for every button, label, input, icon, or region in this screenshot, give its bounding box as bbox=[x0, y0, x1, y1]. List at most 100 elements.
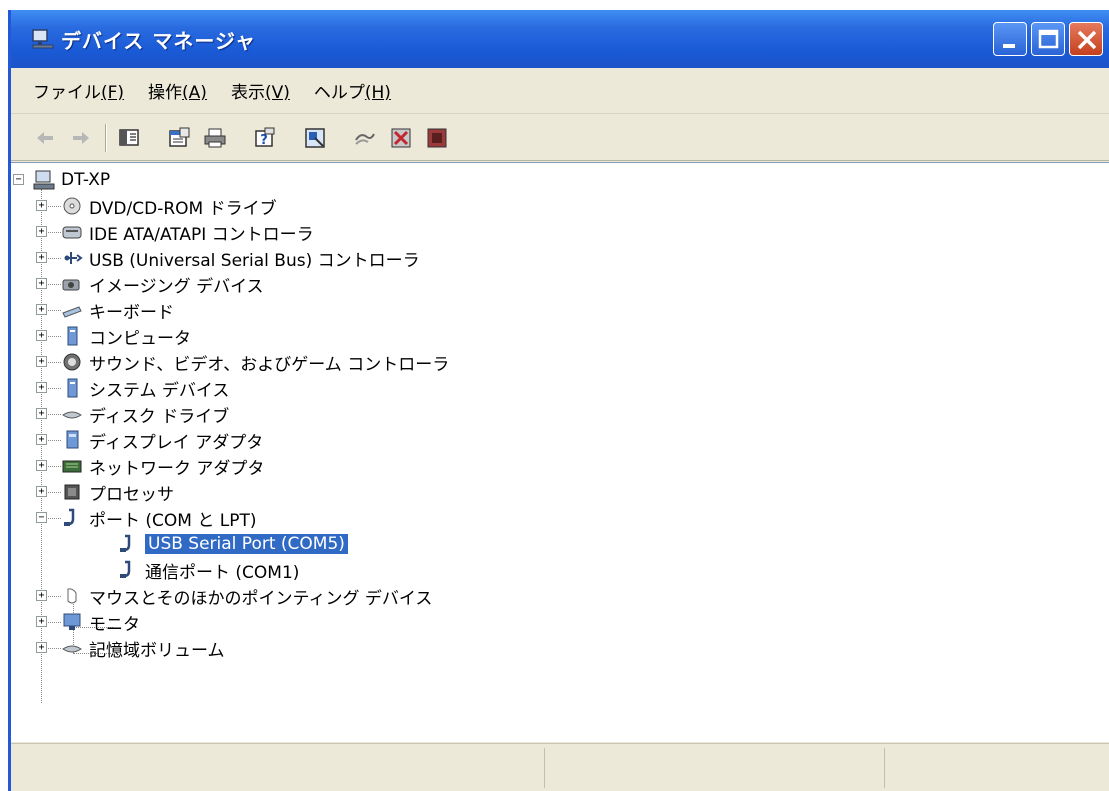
tree-category-8[interactable]: + ディスク ドライブ bbox=[11, 401, 229, 427]
device-tree[interactable]: − DT-XP + DVD/CD-ROM ドライブ + IDE ATA/ATAPI コ… bbox=[11, 162, 1109, 742]
port-child-1[interactable]: 通信ポート (COM1) bbox=[11, 557, 299, 583]
tree-category-2[interactable]: + USB (Universal Serial Bus) コントローラ bbox=[11, 245, 420, 271]
scan-hardware-icon bbox=[305, 127, 325, 148]
ide-controller-icon bbox=[62, 226, 82, 239]
expand-icon[interactable]: + bbox=[36, 408, 47, 419]
tree-category-5[interactable]: + コンピュータ bbox=[11, 323, 191, 349]
tree-category-3[interactable]: + イメージング デバイス bbox=[11, 271, 264, 297]
toolbar-separator bbox=[105, 123, 107, 152]
expand-icon[interactable]: + bbox=[36, 642, 47, 653]
status-cell-3 bbox=[884, 748, 1109, 788]
tree-category-label: キーボード bbox=[89, 302, 174, 323]
expand-icon[interactable]: + bbox=[36, 460, 47, 471]
storage-volume-icon bbox=[62, 645, 82, 653]
print-button[interactable] bbox=[201, 124, 229, 152]
properties-button[interactable] bbox=[165, 124, 193, 152]
port-icon bbox=[64, 508, 75, 526]
tree-category-label: ディスプレイ アダプタ bbox=[89, 432, 264, 453]
expand-icon[interactable]: + bbox=[36, 330, 47, 341]
disk-drive-icon bbox=[62, 411, 82, 419]
tree-root[interactable]: − DT-XP bbox=[11, 167, 110, 193]
tree-category-15[interactable]: + 記憶域ボリューム bbox=[11, 635, 225, 661]
expand-icon[interactable]: + bbox=[36, 200, 47, 211]
expand-icon[interactable]: + bbox=[36, 590, 47, 601]
expand-icon[interactable]: + bbox=[36, 304, 47, 315]
back-icon bbox=[37, 131, 53, 144]
expand-icon[interactable]: + bbox=[36, 278, 47, 289]
expand-icon[interactable]: + bbox=[36, 356, 47, 367]
menu-file[interactable]: ファイル(F) bbox=[33, 78, 124, 103]
menu-help[interactable]: ヘルプ(H) bbox=[314, 78, 391, 103]
scan-hardware-button[interactable] bbox=[301, 124, 329, 152]
tree-category-7[interactable]: + システム デバイス bbox=[11, 375, 229, 401]
tree-category-9[interactable]: + ディスプレイ アダプタ bbox=[11, 427, 263, 453]
tree-category-1[interactable]: + IDE ATA/ATAPI コントローラ bbox=[11, 219, 314, 245]
tree-category-label: DVD/CD-ROM ドライブ bbox=[89, 198, 277, 219]
expand-icon[interactable]: + bbox=[36, 616, 47, 627]
tree-category-label: ネットワーク アダプタ bbox=[89, 458, 265, 479]
disable-device-button[interactable] bbox=[387, 124, 415, 152]
tree-category-label: USB (Universal Serial Bus) コントローラ bbox=[89, 250, 420, 271]
device-manager-icon bbox=[32, 29, 54, 49]
tree-category-4[interactable]: + キーボード bbox=[11, 297, 174, 323]
title-bar[interactable]: デバイス マネージャ bbox=[11, 10, 1109, 68]
menu-action-accel: (A) bbox=[182, 83, 207, 103]
close-button[interactable] bbox=[1069, 22, 1103, 56]
disable-device-icon bbox=[391, 128, 411, 147]
tree-category-14[interactable]: + モニタ bbox=[11, 609, 140, 635]
minimize-button[interactable] bbox=[993, 22, 1027, 56]
tree-category-12[interactable]: − ポート (COM と LPT) bbox=[11, 505, 257, 531]
system-device-icon bbox=[67, 378, 78, 398]
device-label: 通信ポート (COM1) bbox=[145, 562, 300, 583]
tree-category-13[interactable]: + マウスとそのほかのポインティング デバイス bbox=[11, 583, 432, 609]
properties-icon bbox=[169, 127, 190, 147]
toolbar: ? bbox=[11, 115, 1109, 161]
help-button[interactable]: ? bbox=[251, 124, 279, 152]
port-icon bbox=[120, 560, 131, 578]
tree-category-0[interactable]: + DVD/CD-ROM ドライブ bbox=[11, 193, 277, 219]
tree-category-label: マウスとそのほかのポインティング デバイス bbox=[89, 588, 433, 609]
tree-category-label: サウンド、ビデオ、およびゲーム コントローラ bbox=[89, 354, 450, 375]
expand-icon[interactable]: + bbox=[36, 434, 47, 445]
port-icon bbox=[120, 534, 131, 552]
expand-icon[interactable]: + bbox=[36, 226, 47, 237]
maximize-icon bbox=[1038, 29, 1059, 49]
uninstall-device-button[interactable] bbox=[423, 124, 451, 152]
tree-category-label: ポート (COM と LPT) bbox=[89, 510, 257, 531]
menu-view[interactable]: 表示(V) bbox=[231, 78, 290, 103]
display-adapter-icon bbox=[66, 430, 79, 449]
tree-category-6[interactable]: + サウンド、ビデオ、およびゲーム コントローラ bbox=[11, 349, 449, 375]
tree-category-label: ディスク ドライブ bbox=[89, 406, 230, 427]
forward-icon bbox=[73, 131, 89, 144]
update-driver-button[interactable] bbox=[351, 124, 379, 152]
menu-action-label: 操作 bbox=[148, 83, 183, 103]
update-driver-icon bbox=[355, 133, 375, 145]
tree-category-11[interactable]: + プロセッサ bbox=[11, 479, 174, 505]
expand-icon[interactable]: + bbox=[36, 486, 47, 497]
menu-file-label: ファイル bbox=[33, 83, 101, 103]
forward-button[interactable] bbox=[67, 124, 95, 152]
collapse-icon[interactable]: − bbox=[13, 174, 24, 185]
menu-view-accel: (V) bbox=[264, 83, 290, 103]
device-manager-window: デバイス マネージャ ファイル(F) 操作(A) 表示(V) ヘルプ(H) ? … bbox=[8, 10, 1109, 791]
back-button[interactable] bbox=[31, 124, 59, 152]
show-hide-tree-button[interactable] bbox=[115, 124, 143, 152]
port-child-0[interactable]: USB Serial Port (COM5) bbox=[11, 531, 348, 557]
menu-file-accel: (F) bbox=[101, 83, 125, 103]
menu-action[interactable]: 操作(A) bbox=[148, 78, 207, 103]
expand-icon[interactable]: + bbox=[36, 382, 47, 393]
tree-category-10[interactable]: + ネットワーク アダプタ bbox=[11, 453, 264, 479]
keyboard-icon bbox=[62, 306, 82, 318]
collapse-icon[interactable]: − bbox=[36, 512, 47, 523]
network-adapter-icon bbox=[62, 460, 82, 473]
tree-category-label: 記憶域ボリューム bbox=[89, 640, 225, 661]
computer-icon bbox=[33, 170, 55, 190]
expand-icon[interactable]: + bbox=[36, 252, 47, 263]
sound-controller-icon bbox=[63, 353, 81, 371]
svg-text:?: ? bbox=[260, 133, 268, 148]
tree-category-label: コンピュータ bbox=[89, 328, 191, 349]
maximize-button[interactable] bbox=[1031, 22, 1065, 56]
menu-help-accel: (H) bbox=[364, 83, 391, 103]
status-bar bbox=[11, 743, 1109, 791]
menu-view-label: 表示 bbox=[230, 83, 265, 103]
